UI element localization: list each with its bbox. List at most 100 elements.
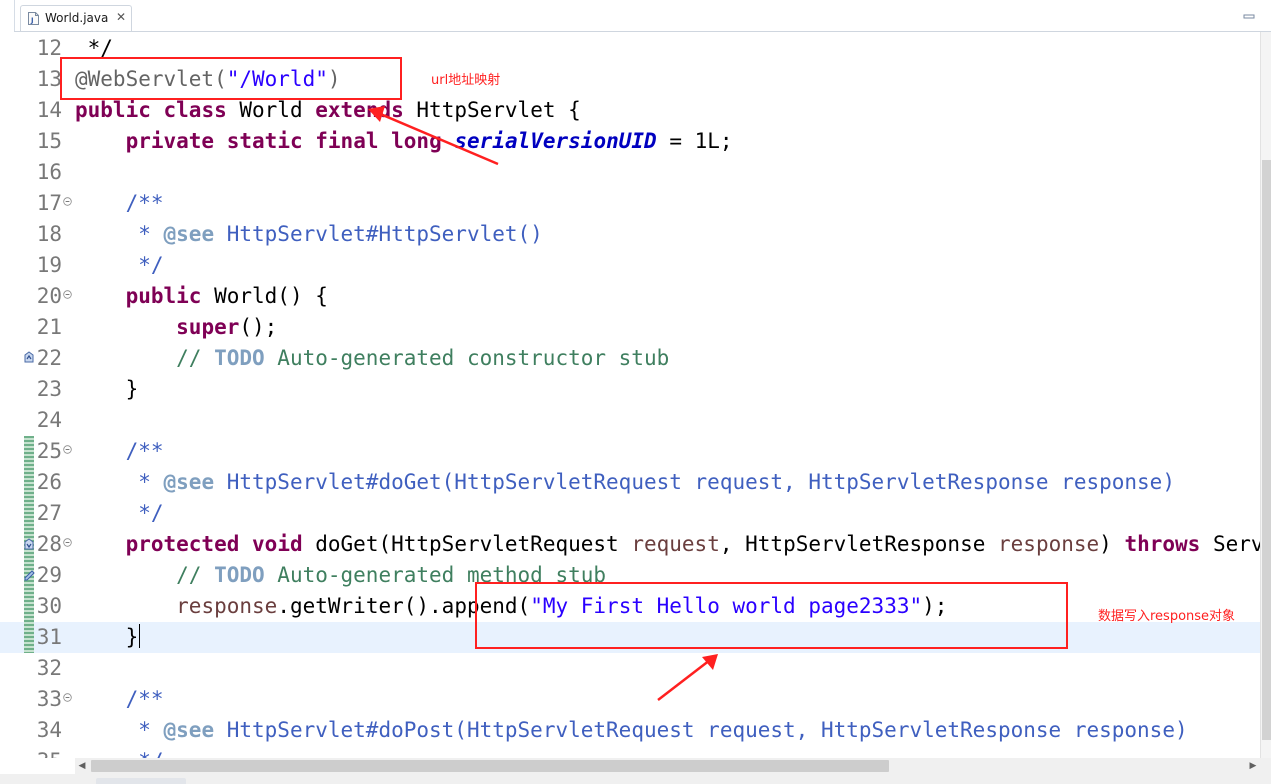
code-token: } bbox=[75, 625, 139, 649]
line-number: 21 bbox=[36, 315, 62, 339]
horizontal-scrollbar[interactable]: ◀ ▶ bbox=[75, 758, 1260, 774]
code-token: response bbox=[176, 594, 278, 618]
line-number: 15 bbox=[36, 129, 62, 153]
code-line[interactable]: 26 * @see HttpServlet#doGet(HttpServletR… bbox=[0, 467, 1260, 498]
code-text: protected void doGet(HttpServletRequest … bbox=[75, 529, 1260, 560]
code-line[interactable]: 15 private static final long serialVersi… bbox=[0, 126, 1260, 157]
code-line[interactable]: 23 } bbox=[0, 374, 1260, 405]
code-text: * @see HttpServlet#HttpServlet() bbox=[75, 219, 543, 250]
code-token: HttpServlet#doGet(HttpServletRequest req… bbox=[214, 470, 1175, 494]
code-line[interactable]: 22 // TODO Auto-generated constructor st… bbox=[0, 343, 1260, 374]
code-token: request bbox=[631, 532, 720, 556]
code-line[interactable]: 16 bbox=[0, 157, 1260, 188]
code-token: * bbox=[75, 718, 164, 742]
code-token: protected bbox=[125, 532, 240, 556]
line-number: 27 bbox=[36, 501, 62, 525]
scroll-right-icon[interactable]: ▶ bbox=[1246, 758, 1260, 774]
text-caret bbox=[139, 624, 141, 648]
code-text: super(); bbox=[75, 312, 277, 343]
task-marker-icon[interactable] bbox=[23, 567, 35, 581]
line-number: 12 bbox=[36, 36, 62, 60]
line-number: 24 bbox=[36, 408, 62, 432]
implements-marker-icon[interactable] bbox=[23, 537, 35, 551]
svg-text:J: J bbox=[30, 17, 34, 25]
code-token: long bbox=[391, 129, 442, 153]
minimize-icon[interactable] bbox=[1239, 7, 1261, 25]
code-token: class bbox=[163, 98, 227, 122]
vertical-scroll-thumb[interactable] bbox=[1262, 160, 1271, 740]
code-text: */ bbox=[75, 250, 164, 281]
line-number: 29 bbox=[36, 563, 62, 587]
code-token: // bbox=[75, 346, 215, 370]
tab-world-java[interactable]: J World.java ✕ bbox=[20, 5, 132, 32]
fold-collapse-icon[interactable] bbox=[63, 445, 72, 454]
line-number: 30 bbox=[36, 594, 62, 618]
code-line[interactable]: 27 */ bbox=[0, 498, 1260, 529]
code-line[interactable]: 24 bbox=[0, 405, 1260, 436]
code-token: // bbox=[75, 563, 215, 587]
line-number: 18 bbox=[36, 222, 62, 246]
code-text: */ bbox=[75, 746, 163, 758]
code-token: TODO bbox=[214, 563, 265, 587]
bottom-panel-tab[interactable] bbox=[96, 778, 186, 784]
code-text: /** bbox=[75, 436, 164, 467]
code-token: final bbox=[315, 129, 379, 153]
fold-collapse-icon[interactable] bbox=[63, 538, 72, 547]
code-line[interactable]: 18 * @see HttpServlet#HttpServlet() bbox=[0, 219, 1260, 250]
code-token: HttpServlet#HttpServlet() bbox=[214, 222, 543, 246]
code-token: */ bbox=[75, 749, 163, 758]
code-line[interactable]: 25 /** bbox=[0, 436, 1260, 467]
line-number: 33 bbox=[36, 687, 62, 711]
annotation-response-write: 数据写入response对象 bbox=[1098, 609, 1236, 624]
code-line[interactable]: 28 protected void doGet(HttpServletReque… bbox=[0, 529, 1260, 560]
line-number: 20 bbox=[36, 284, 62, 308]
code-token: super bbox=[176, 315, 240, 339]
code-line[interactable]: 35 */ bbox=[0, 746, 1260, 758]
code-editor[interactable]: 12 */13 @WebServlet("/World") 14 public cla… bbox=[0, 32, 1260, 758]
fold-collapse-icon[interactable] bbox=[63, 693, 72, 702]
code-text: * @see HttpServlet#doGet(HttpServletRequ… bbox=[75, 467, 1175, 498]
code-token: Auto-generated constructor stub bbox=[264, 346, 670, 370]
code-line[interactable]: 33 /** bbox=[0, 684, 1260, 715]
code-line[interactable]: 19 */ bbox=[0, 250, 1260, 281]
line-number: 17 bbox=[36, 191, 62, 215]
code-token: */ bbox=[75, 253, 164, 277]
fold-collapse-icon[interactable] bbox=[63, 290, 72, 299]
line-number: 34 bbox=[36, 718, 62, 742]
code-token: /** bbox=[75, 439, 164, 463]
code-token: , HttpServletResponse bbox=[719, 532, 999, 556]
code-line[interactable]: 17 /** bbox=[0, 188, 1260, 219]
editor-tab-bar: J World.java ✕ bbox=[0, 0, 1271, 32]
code-line[interactable]: 21 super(); bbox=[0, 312, 1260, 343]
code-token: ServletException, IOException { bbox=[1212, 532, 1260, 556]
code-text: private static final long serialVersionU… bbox=[75, 126, 733, 157]
line-number: 32 bbox=[36, 656, 62, 680]
fold-collapse-icon[interactable] bbox=[63, 197, 72, 206]
tab-close-icon[interactable]: ✕ bbox=[116, 10, 126, 24]
code-line[interactable]: 20 public World() { bbox=[0, 281, 1260, 312]
scrollbar-corner bbox=[1260, 758, 1271, 774]
code-line[interactable]: 32 bbox=[0, 653, 1260, 684]
vertical-scrollbar[interactable] bbox=[1260, 32, 1271, 758]
scroll-left-icon[interactable]: ◀ bbox=[75, 758, 89, 774]
line-number: 25 bbox=[36, 439, 62, 463]
code-text: */ bbox=[75, 498, 163, 529]
code-text: // TODO Auto-generated constructor stub bbox=[75, 343, 669, 374]
code-token: private bbox=[125, 129, 215, 153]
code-line[interactable]: 34 * @see HttpServlet#doPost(HttpServlet… bbox=[0, 715, 1260, 746]
java-file-icon: J bbox=[28, 12, 39, 25]
override-marker-icon[interactable] bbox=[23, 350, 35, 364]
code-token: World bbox=[226, 98, 316, 122]
annotation-url-mapping: url地址映射 bbox=[431, 73, 501, 88]
code-text: /** bbox=[75, 684, 164, 715]
bottom-panel-edge bbox=[0, 774, 1271, 784]
line-number: 23 bbox=[36, 377, 62, 401]
code-text: public World() { bbox=[75, 281, 328, 312]
code-text: * @see HttpServlet#doPost(HttpServletReq… bbox=[75, 715, 1187, 746]
code-token: } bbox=[75, 377, 139, 401]
horizontal-scroll-thumb[interactable] bbox=[91, 760, 889, 772]
